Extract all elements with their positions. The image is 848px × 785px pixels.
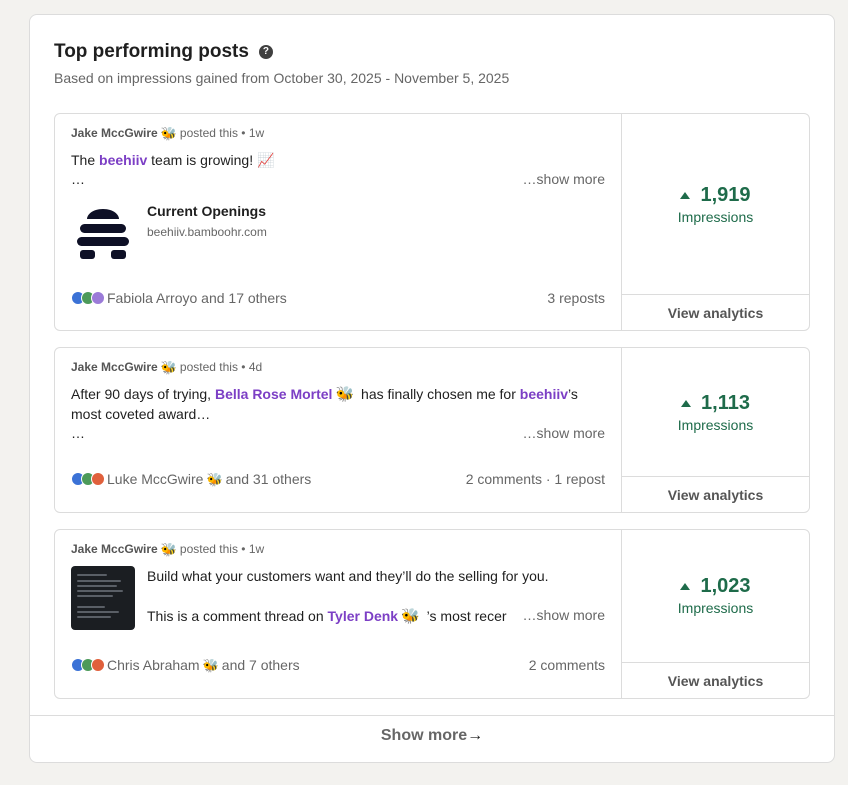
mention-link[interactable]: beehiiv: [520, 386, 568, 402]
bee-emoji-icon: 🐝: [160, 359, 177, 375]
post-author[interactable]: Jake MccGwire: [71, 360, 158, 374]
link-url: beehiiv.bamboohr.com: [147, 225, 267, 239]
reactions-name: Chris Abraham: [107, 657, 200, 673]
post-card: Jake MccGwire 🐝 posted this • 1w The bee…: [54, 113, 810, 331]
post-author[interactable]: Jake MccGwire: [71, 542, 158, 556]
posted-label: posted this: [179, 542, 238, 556]
bee-emoji-icon: 🐝: [335, 386, 355, 403]
impressions-value: 1,919: [622, 184, 809, 207]
reaction-icons: [71, 658, 105, 672]
love-reaction-icon: [91, 658, 105, 672]
love-reaction-icon: [91, 472, 105, 486]
top-posts-card: Top performing posts ? Based on impressi…: [29, 14, 835, 763]
impressions-number: 1,113: [701, 392, 750, 414]
posted-label: posted this: [179, 360, 238, 374]
link-preview-text: Current Openings beehiiv.bamboohr.com: [147, 203, 267, 266]
reactions-summary[interactable]: Chris Abraham 🐝 and 7 others: [71, 657, 300, 673]
post-content[interactable]: Jake MccGwire 🐝 posted this • 4d After 9…: [55, 348, 622, 512]
post-text: The beehiiv team is growing! 📈: [71, 150, 274, 170]
engagement-counts[interactable]: 2 comments · 1 repost: [466, 471, 605, 487]
footer-divider: [30, 715, 834, 716]
view-analytics-button[interactable]: View analytics: [622, 476, 809, 512]
post-age: • 4d: [241, 360, 263, 374]
post-text-part: has finally chosen me for: [357, 386, 520, 402]
mention-link[interactable]: Bella Rose Mortel: [215, 386, 332, 402]
reactions-text: Fabiola Arroyo and 17 others: [107, 290, 287, 306]
post-thumbnail[interactable]: [71, 566, 135, 630]
engagement-counts[interactable]: 2 comments: [529, 657, 605, 673]
post-age: • 1w: [241, 126, 265, 140]
celebrate-reaction-icon: [91, 291, 105, 305]
post-card: Jake MccGwire 🐝 posted this • 4d After 9…: [54, 347, 810, 513]
text-ellipsis: …: [71, 425, 85, 441]
post-age: • 1w: [241, 542, 265, 556]
post-meta: Jake MccGwire 🐝 posted this • 1w: [71, 126, 264, 140]
page-title: Top performing posts: [54, 41, 249, 62]
post-text-part: ’s: [568, 386, 578, 402]
reaction-icons: [71, 472, 105, 486]
post-text: Build what your customers want and they’…: [147, 568, 549, 584]
impressions-label: Impressions: [677, 600, 754, 616]
post-meta: Jake MccGwire 🐝 posted this • 1w: [71, 542, 264, 556]
reactions-summary[interactable]: Fabiola Arroyo and 17 others: [71, 290, 287, 306]
impressions-stat: 1,023 Impressions: [622, 575, 809, 616]
impressions-value: 1,113: [622, 392, 809, 415]
impressions-number: 1,023: [700, 575, 751, 597]
post-stats: 1,023 Impressions View analytics: [622, 530, 809, 698]
impressions-label: Impressions: [677, 417, 754, 433]
post-text-part: team is growing! 📈: [147, 152, 275, 168]
up-triangle-icon: [680, 583, 691, 590]
post-text: After 90 days of trying, Bella Rose Mort…: [71, 384, 578, 404]
show-more-link[interactable]: …show more: [523, 425, 605, 441]
posted-label: posted this: [179, 126, 238, 140]
title-row: Top performing posts ?: [54, 41, 273, 63]
bee-emoji-icon: 🐝: [160, 541, 177, 557]
link-preview[interactable]: Current Openings beehiiv.bamboohr.com: [71, 202, 267, 266]
reaction-icons: [71, 291, 105, 305]
view-analytics-button[interactable]: View analytics: [622, 662, 809, 698]
engagement-counts[interactable]: 3 reposts: [547, 290, 605, 306]
impressions-stat: 1,113 Impressions: [622, 392, 809, 433]
post-text-part: ’s most recer: [422, 608, 507, 624]
bee-emoji-icon: 🐝: [206, 471, 223, 487]
bee-emoji-icon: 🐝: [160, 125, 177, 141]
arrow-right-icon: →: [467, 727, 484, 744]
post-text-part: The: [71, 152, 100, 168]
show-more-link[interactable]: …show more: [523, 171, 605, 187]
link-title: Current Openings: [147, 203, 267, 219]
mention-link[interactable]: Tyler Denk: [328, 608, 399, 624]
post-stats: 1,919 Impressions View analytics: [622, 114, 809, 330]
bee-emoji-icon: 🐝: [202, 657, 219, 673]
reactions-name: Luke MccGwire: [107, 471, 204, 487]
beehiiv-logo-icon: [71, 202, 135, 266]
post-content[interactable]: Jake MccGwire 🐝 posted this • 1w The bee…: [55, 114, 622, 330]
bee-emoji-icon: 🐝: [401, 608, 420, 625]
question-circle-icon[interactable]: ?: [258, 45, 273, 59]
impressions-number: 1,919: [700, 184, 751, 206]
view-analytics-button[interactable]: View analytics: [622, 294, 809, 330]
reactions-rest: and 31 others: [225, 471, 312, 487]
post-text-part: This is a comment thread on: [147, 608, 328, 624]
mention-link[interactable]: beehiiv: [99, 152, 147, 168]
post-text-line2: This is a comment thread on Tyler Denk 🐝 …: [147, 606, 517, 626]
show-more-link[interactable]: …show more: [523, 607, 605, 623]
impressions-value: 1,023: [622, 575, 809, 598]
post-author[interactable]: Jake MccGwire: [71, 126, 158, 140]
reactions-summary[interactable]: Luke MccGwire 🐝 and 31 others: [71, 471, 311, 487]
post-text-line2: most coveted award…: [71, 406, 211, 422]
post-card: Jake MccGwire 🐝 posted this • 1w Build w…: [54, 529, 810, 699]
impressions-label: Impressions: [677, 209, 754, 225]
show-more-button[interactable]: Show more→: [30, 727, 834, 745]
post-stats: 1,113 Impressions View analytics: [622, 348, 809, 512]
up-triangle-icon: [680, 192, 691, 199]
date-range-subtitle: Based on impressions gained from October…: [54, 70, 510, 86]
post-text-part: After 90 days of trying,: [71, 386, 215, 402]
reactions-rest: and 7 others: [221, 657, 300, 673]
post-meta: Jake MccGwire 🐝 posted this • 4d: [71, 360, 262, 374]
impressions-stat: 1,919 Impressions: [622, 184, 809, 225]
post-content[interactable]: Jake MccGwire 🐝 posted this • 1w Build w…: [55, 530, 622, 698]
show-more-label: Show more: [380, 727, 468, 744]
text-ellipsis: …: [71, 171, 85, 187]
up-triangle-icon: [681, 400, 692, 407]
